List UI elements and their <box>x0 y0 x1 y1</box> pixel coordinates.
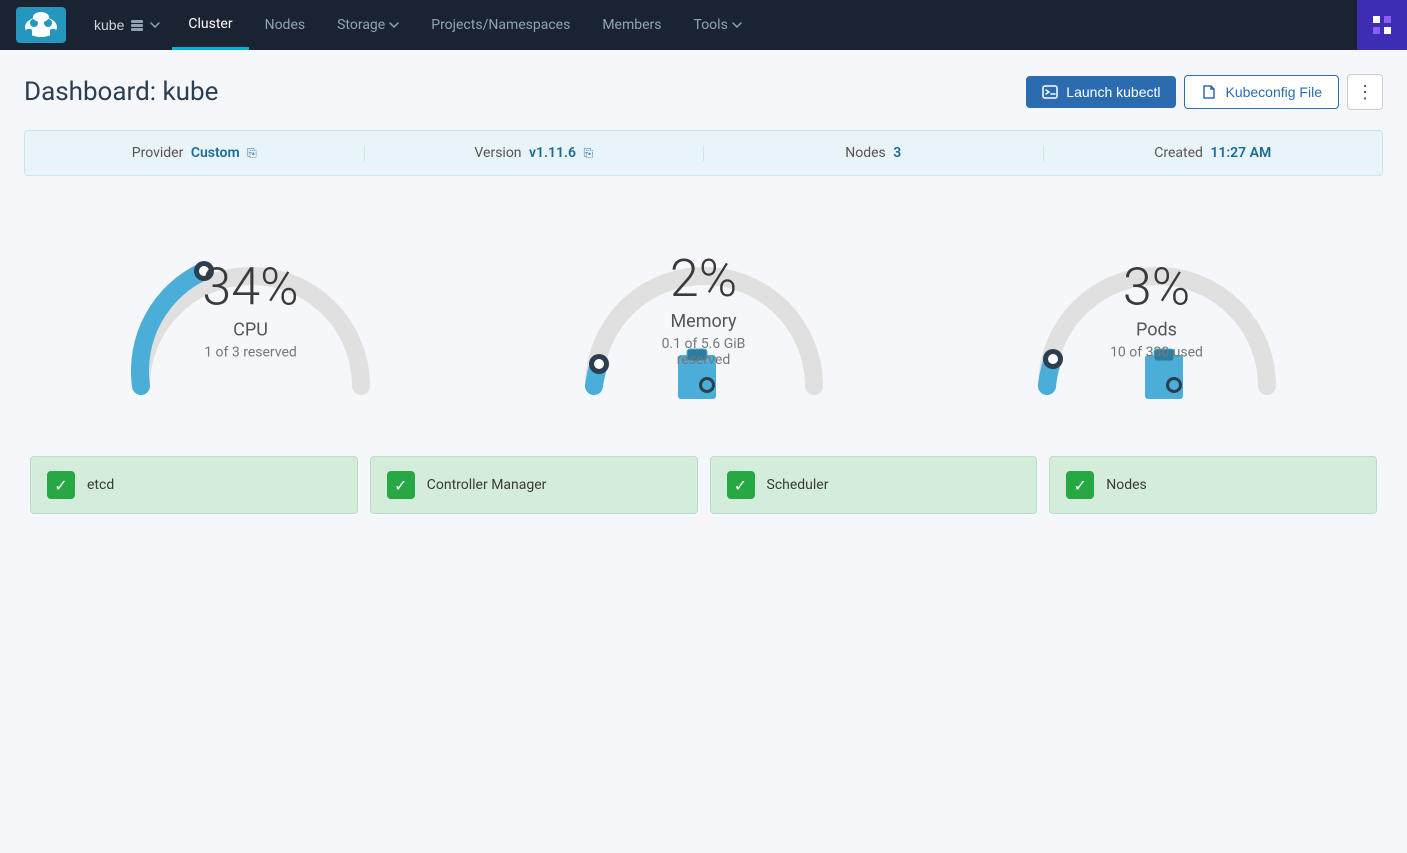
pods-gauge: 3% Pods 10 of 330 used <box>1007 216 1307 416</box>
nav-item-members[interactable]: Members <box>586 0 677 50</box>
nodes-status-label: Nodes <box>1106 477 1147 493</box>
memory-percent: 2% <box>634 253 774 305</box>
memory-gauge-center: 2% Memory 0.1 of 5.6 GiB reserved <box>634 253 774 368</box>
controller-manager-label: Controller Manager <box>427 477 547 493</box>
nav-item-projects-namespaces[interactable]: Projects/Namespaces <box>415 0 586 50</box>
cpu-gauge-wrapper: 34% CPU 1 of 3 reserved <box>111 216 391 416</box>
chevron-down-icon <box>732 22 742 28</box>
etcd-check-icon: ✓ <box>47 471 75 499</box>
info-nodes: Nodes 3 <box>704 145 1044 161</box>
pods-gauge-wrapper: 3% Pods 10 of 330 used <box>1017 216 1297 416</box>
cpu-percent: 34% <box>202 262 298 314</box>
status-item-scheduler: ✓ Scheduler <box>710 456 1038 514</box>
page-title: Dashboard: kube <box>24 77 218 107</box>
nav-item-storage[interactable]: Storage <box>321 0 415 50</box>
memory-gauge: 2% Memory 0.1 of 5.6 GiB reserved <box>554 216 854 416</box>
nodes-check-icon: ✓ <box>1066 471 1094 499</box>
nav-right <box>1357 0 1407 50</box>
status-item-nodes: ✓ Nodes <box>1049 456 1377 514</box>
memory-label: Memory <box>634 311 774 332</box>
pods-gauge-center: 3% Pods 10 of 330 used <box>1110 262 1203 361</box>
copy-provider-icon[interactable]: ⎘ <box>247 146 257 160</box>
info-version: Version v1.11.6 ⎘ <box>365 145 705 161</box>
copy-version-icon[interactable]: ⎘ <box>583 146 593 160</box>
nav-item-tools[interactable]: Tools <box>678 0 758 50</box>
cpu-gauge-center: 34% CPU 1 of 3 reserved <box>202 262 298 361</box>
status-bar: ✓ etcd ✓ Controller Manager ✓ Scheduler … <box>24 456 1383 534</box>
scheduler-check-icon: ✓ <box>727 471 755 499</box>
server-icon <box>130 18 144 32</box>
more-options-button[interactable]: ⋮ <box>1347 74 1383 110</box>
scheduler-label: Scheduler <box>767 477 829 493</box>
nav-menu: Cluster Nodes Storage Projects/Namespace… <box>172 0 1357 50</box>
status-item-etcd: ✓ etcd <box>30 456 358 514</box>
nav-item-cluster[interactable]: Cluster <box>172 0 248 50</box>
page-header: Dashboard: kube Launch kubectl Kubeconfi… <box>24 74 1383 110</box>
top-navigation: kube Cluster Nodes Storage Projects/Name… <box>0 0 1407 50</box>
cluster-name-label: kube <box>94 17 124 33</box>
cpu-sublabel: 1 of 3 reserved <box>202 345 298 361</box>
launch-kubectl-button[interactable]: Launch kubectl <box>1026 76 1176 108</box>
nav-item-nodes[interactable]: Nodes <box>249 0 322 50</box>
info-created: Created 11:27 AM <box>1044 145 1383 161</box>
nav-logo <box>0 0 82 50</box>
grid-icon <box>1370 13 1394 37</box>
main-content: Dashboard: kube Launch kubectl Kubeconfi… <box>0 50 1407 534</box>
header-actions: Launch kubectl Kubeconfig File ⋮ <box>1026 74 1383 110</box>
cluster-selector-button[interactable]: kube <box>82 0 172 50</box>
pods-label: Pods <box>1110 320 1203 341</box>
etcd-label: etcd <box>87 477 114 493</box>
pods-sublabel: 10 of 330 used <box>1110 345 1203 361</box>
terminal-icon <box>1042 84 1058 100</box>
kubeconfig-file-button[interactable]: Kubeconfig File <box>1184 75 1339 109</box>
cpu-label: CPU <box>202 320 298 341</box>
status-item-controller-manager: ✓ Controller Manager <box>370 456 698 514</box>
info-provider: Provider Custom ⎘ <box>25 145 365 161</box>
memory-gauge-wrapper: 2% Memory 0.1 of 5.6 GiB reserved <box>564 216 844 416</box>
chevron-down-icon <box>150 22 160 28</box>
controller-manager-check-icon: ✓ <box>387 471 415 499</box>
file-icon <box>1201 84 1217 100</box>
cpu-gauge: 34% CPU 1 of 3 reserved <box>101 216 401 416</box>
memory-sublabel: 0.1 of 5.6 GiB reserved <box>634 336 774 368</box>
gauges-section: 34% CPU 1 of 3 reserved <box>24 206 1383 456</box>
chevron-down-icon <box>389 22 399 28</box>
info-bar: Provider Custom ⎘ Version v1.11.6 ⎘ Node… <box>24 130 1383 176</box>
pods-percent: 3% <box>1110 262 1203 314</box>
grid-icon-button[interactable] <box>1357 0 1407 50</box>
rancher-logo-icon <box>16 7 66 43</box>
